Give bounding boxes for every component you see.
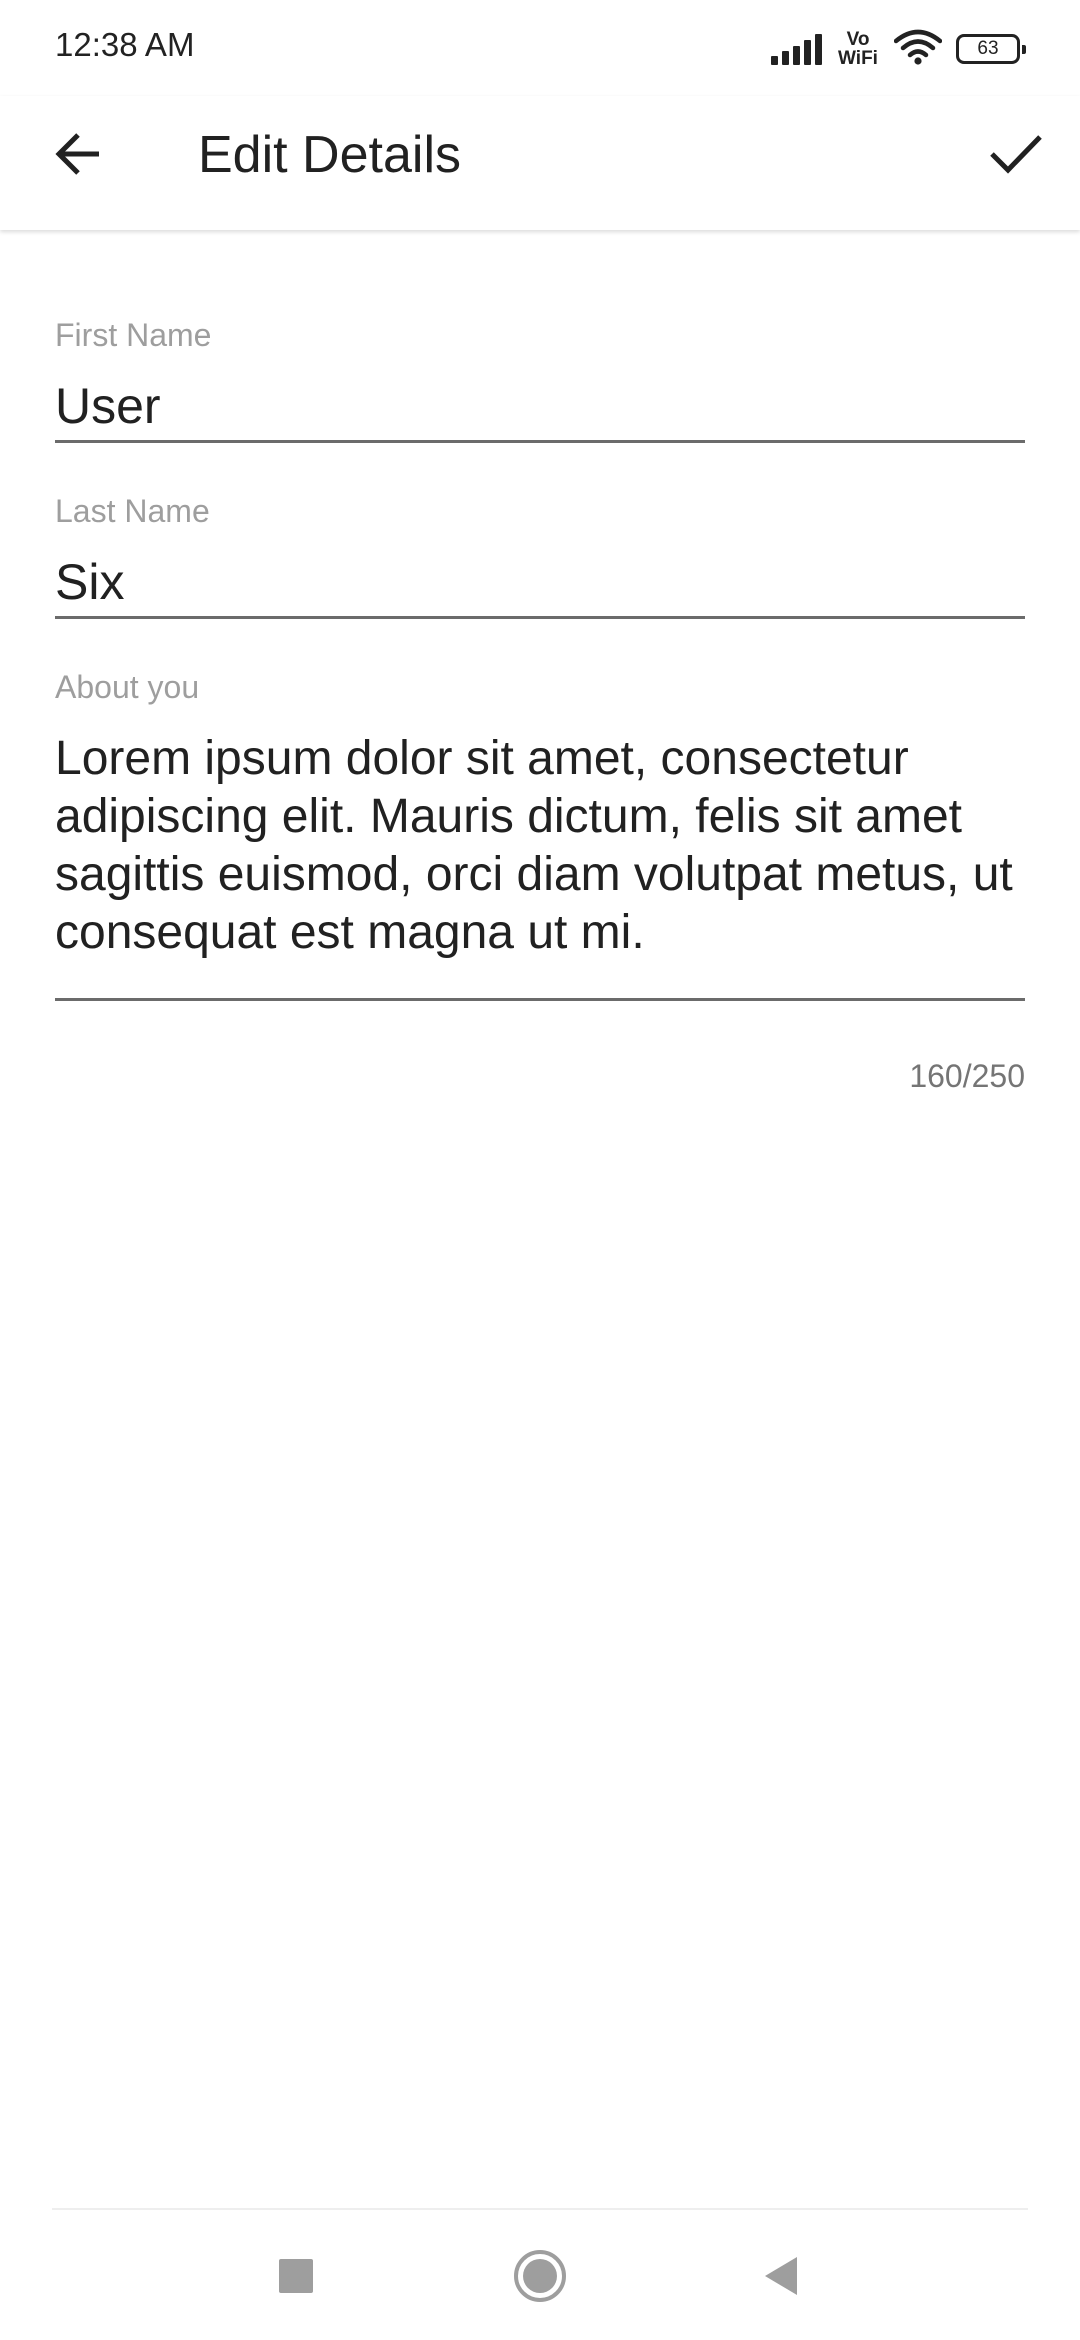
wifi-icon [893, 29, 943, 70]
about-field: About you Lorem ipsum dolor sit amet, co… [55, 668, 1025, 1001]
last-name-input[interactable] [55, 548, 1025, 616]
check-icon [989, 132, 1043, 181]
signal-icon [771, 33, 822, 65]
character-counter: 160/250 [909, 1058, 1025, 1094]
about-label: About you [55, 669, 200, 705]
first-name-input[interactable] [55, 372, 1025, 440]
triangle-back-icon [761, 2255, 801, 2302]
about-underline [55, 998, 1025, 1001]
battery-level: 63 [977, 38, 999, 59]
app-bar: Edit Details [0, 96, 1080, 230]
status-bar: 12:38 AM Vo WiFi 63 [0, 0, 1080, 96]
status-time: 12:38 AM [55, 26, 195, 63]
vowifi-label: Vo WiFi [838, 29, 878, 69]
about-textarea[interactable]: Lorem ipsum dolor sit amet, consectetur … [55, 730, 1025, 998]
last-name-label: Last Name [55, 493, 210, 529]
last-name-underline [55, 616, 1025, 619]
first-name-underline [55, 440, 1025, 443]
back-button[interactable] [38, 116, 118, 196]
navigation-bar [0, 2210, 1080, 2340]
nav-back-button[interactable] [743, 2240, 819, 2316]
save-button[interactable] [976, 116, 1056, 196]
first-name-label: First Name [55, 317, 212, 353]
battery-icon: 63 [956, 34, 1026, 64]
recents-button[interactable] [258, 2240, 334, 2316]
home-button[interactable] [502, 2240, 578, 2316]
page-title: Edit Details [198, 126, 461, 184]
circle-icon [512, 2248, 568, 2309]
vowifi-icon: Vo WiFi [836, 30, 880, 68]
status-icons: Vo WiFi 63 [771, 26, 1026, 72]
first-name-field: First Name [55, 316, 1025, 443]
last-name-field: Last Name [55, 492, 1025, 619]
arrow-back-icon [53, 129, 103, 184]
square-icon [278, 2258, 314, 2299]
